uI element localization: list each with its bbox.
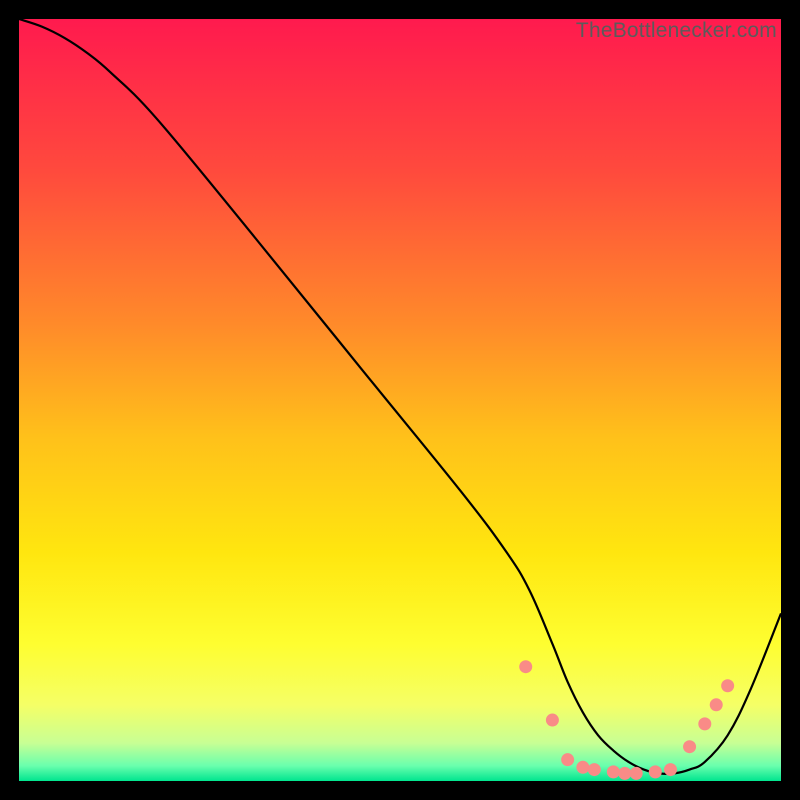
- highlight-dot: [561, 753, 574, 766]
- watermark-text: TheBottlenecker.com: [576, 19, 777, 43]
- highlight-dot: [519, 660, 532, 673]
- highlight-dot: [546, 714, 559, 727]
- highlight-dot: [607, 765, 620, 778]
- highlight-dot: [588, 763, 601, 776]
- chart-frame: TheBottlenecker.com: [19, 19, 781, 781]
- highlight-dot: [664, 763, 677, 776]
- chart-background: [19, 19, 781, 781]
- highlight-dot: [698, 717, 711, 730]
- highlight-dot: [618, 767, 631, 780]
- highlight-dot: [576, 761, 589, 774]
- highlight-dot: [683, 740, 696, 753]
- highlight-dot: [710, 698, 723, 711]
- bottleneck-chart: [19, 19, 781, 781]
- highlight-dot: [721, 679, 734, 692]
- highlight-dot: [649, 765, 662, 778]
- highlight-dot: [630, 767, 643, 780]
